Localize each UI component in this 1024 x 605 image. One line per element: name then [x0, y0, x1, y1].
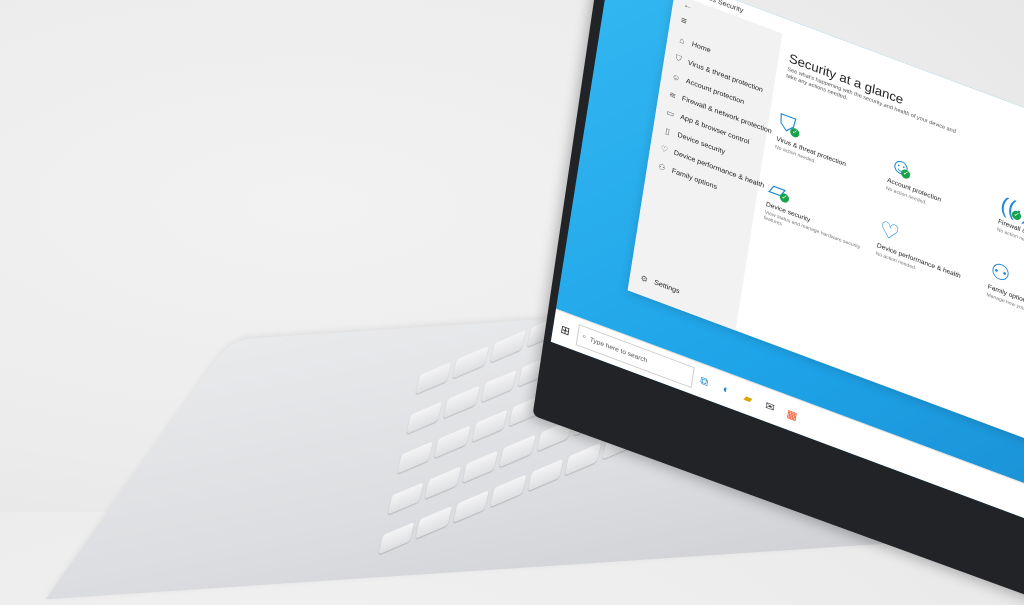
key[interactable] — [490, 474, 527, 507]
key[interactable] — [499, 434, 536, 467]
checkmark-icon: ✓ — [779, 192, 790, 204]
tile-account[interactable]: ☺ ✓ Account protection No action needed. — [885, 150, 996, 230]
wifi-icon: ≋ — [668, 89, 677, 101]
laptop-icon: ▯ — [664, 126, 671, 137]
tile-family[interactable]: ⚇ Family options Manage how your family … — [985, 257, 1024, 342]
security-tiles: ⛉ ✓ Virus & threat protection No action n… — [763, 109, 1024, 355]
key[interactable] — [527, 458, 564, 491]
person-icon: ☺ — [671, 71, 681, 84]
key[interactable] — [471, 409, 508, 443]
home-icon: ⌂ — [678, 35, 685, 46]
key[interactable] — [406, 401, 443, 435]
mail-icon[interactable]: ✉ — [758, 396, 782, 416]
heart-icon: ♡ — [660, 143, 669, 155]
key[interactable] — [453, 489, 490, 523]
checkmark-icon: ✓ — [1011, 209, 1022, 222]
tile-performance[interactable]: ♡ Device performance & health No action … — [874, 216, 986, 301]
key[interactable] — [480, 369, 517, 403]
app-window-icon: ▭ — [665, 107, 675, 120]
store-icon[interactable]: ▦ — [780, 404, 804, 424]
key[interactable] — [415, 505, 453, 539]
back-arrow-icon: ← — [682, 0, 694, 12]
key[interactable] — [564, 442, 602, 476]
hamburger-icon: ≡ — [680, 15, 688, 28]
start-icon[interactable]: ⊞ — [552, 319, 578, 340]
tile-device-security[interactable]: ▱ ✓ Device security View status and manag… — [763, 174, 875, 259]
shield-icon: ⛉ — [674, 53, 683, 64]
sidebar-item-label: Home — [691, 41, 712, 55]
sidebar-item-settings[interactable]: ⚙ Settings — [629, 265, 691, 305]
checkmark-icon: ✓ — [900, 168, 911, 181]
key[interactable] — [434, 425, 471, 459]
key[interactable] — [443, 385, 480, 419]
family-icon: ⚇ — [657, 161, 667, 173]
task-view-icon[interactable]: ⧉ — [692, 372, 716, 392]
sidebar-item-label: Settings — [653, 279, 681, 296]
key[interactable] — [462, 449, 499, 483]
key[interactable] — [378, 521, 415, 555]
tile-virus[interactable]: ⛉ ✓ Virus & threat protection No action n… — [775, 109, 886, 189]
search-icon: ⌕ — [581, 332, 587, 341]
key[interactable] — [397, 441, 434, 475]
checkmark-icon: ✓ — [789, 126, 800, 139]
key[interactable] — [425, 465, 462, 499]
key[interactable] — [387, 481, 425, 515]
gear-icon: ⚙ — [639, 273, 649, 285]
file-explorer-icon[interactable]: ▰ — [736, 388, 760, 408]
edge-icon[interactable]: ◐ — [714, 380, 738, 400]
